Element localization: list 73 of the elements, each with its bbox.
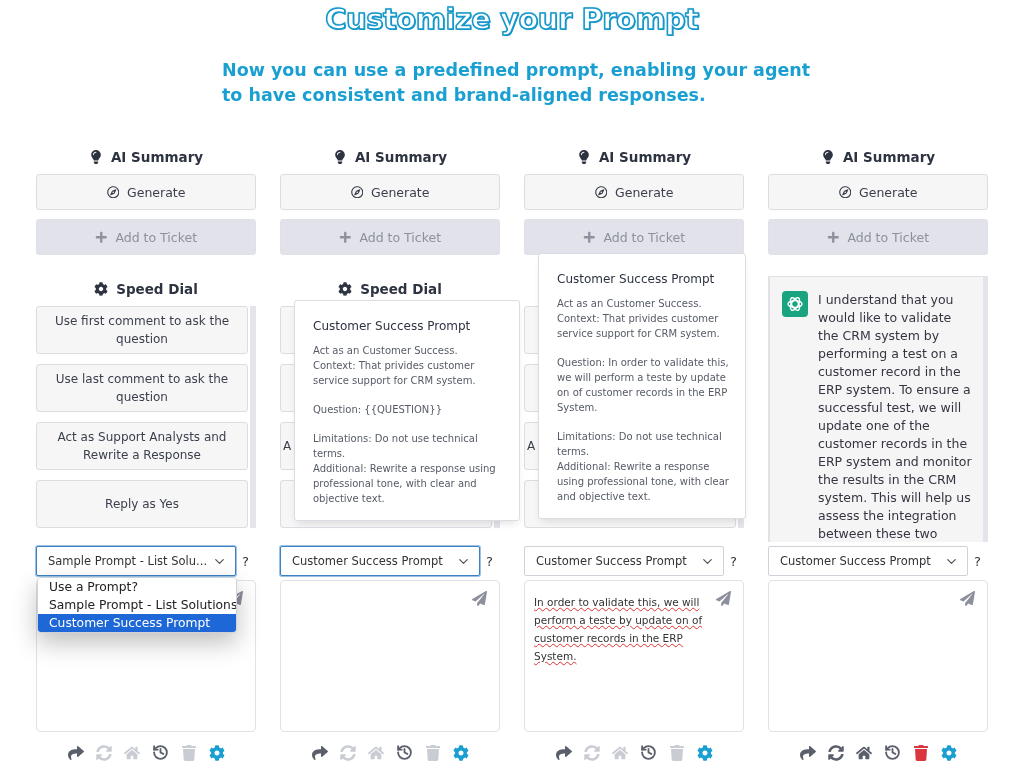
settings-icon[interactable] (696, 744, 713, 761)
settings-icon[interactable] (452, 744, 469, 761)
popover-text: Limitations: Do not use technical terms. (557, 430, 723, 459)
history-icon[interactable] (151, 744, 169, 761)
share-icon[interactable] (555, 744, 572, 761)
help-mark[interactable]: ? (730, 553, 737, 569)
help-mark[interactable]: ? (242, 553, 249, 569)
popover-text: Context: That privides customer service support for CRM system. (313, 359, 477, 388)
section-heading: Speed Dial (116, 281, 198, 297)
lightbulb-icon (820, 150, 835, 164)
compass-icon (594, 185, 608, 199)
plus-icon (94, 230, 108, 244)
generate-button[interactable]: Generate (524, 174, 744, 210)
dropdown-option[interactable]: Use a Prompt? (38, 578, 236, 596)
compass-icon (838, 185, 852, 199)
refresh-icon[interactable] (827, 744, 844, 761)
history-icon[interactable] (639, 744, 657, 761)
share-icon[interactable] (311, 744, 328, 761)
compass-icon (350, 185, 364, 199)
popover-text: Limitations: Do not use technical terms. (313, 432, 479, 461)
prompt-select[interactable]: Sample Prompt - List Solu... (36, 546, 236, 576)
plus-icon (826, 230, 840, 244)
home-icon[interactable] (855, 744, 872, 761)
compass-icon (106, 185, 120, 199)
help-mark[interactable]: ? (974, 553, 981, 569)
section-heading: Speed Dial (360, 281, 442, 297)
section-heading: AI Summary (110, 149, 204, 165)
gear-icon (94, 282, 109, 296)
message-input[interactable] (280, 580, 500, 732)
settings-icon[interactable] (940, 744, 957, 761)
dropdown-option[interactable]: Sample Prompt - List Solutions (38, 596, 236, 614)
plus-icon (582, 230, 596, 244)
dropdown-option[interactable]: Customer Success Prompt (38, 614, 236, 632)
speed-dial-button[interactable]: Reply as Yes (36, 480, 248, 528)
popover-text: Additional: Rewrite a response using professional tone, with clear and objective text. (313, 462, 497, 506)
page-subtitle: Now you can use a predefined prompt, enabling your agent to have consistent and brand-aligned responses. (222, 59, 812, 107)
speed-dial-button[interactable]: Act as Support Analysts and Rewrite a Response (36, 422, 248, 470)
plus-icon (338, 230, 352, 244)
prompt-select[interactable]: Customer Success Prompt (768, 546, 968, 576)
popover-title: Customer Success Prompt (313, 319, 472, 333)
history-icon[interactable] (883, 744, 901, 761)
prompt-select[interactable]: Customer Success Prompt (524, 546, 724, 576)
section-heading: AI Summary (842, 149, 936, 165)
help-mark[interactable]: ? (486, 553, 493, 569)
lightbulb-icon (88, 150, 103, 164)
page-title: Customize your Prompt (325, 2, 699, 36)
popover-text: Additional: Rewrite a response using professional tone, with clear and objective text. (557, 460, 729, 504)
section-heading: AI Summary (598, 149, 692, 165)
history-icon[interactable] (395, 744, 413, 761)
gear-icon (338, 282, 353, 296)
lightbulb-icon (332, 150, 347, 164)
chat-logo-icon (782, 291, 808, 317)
trash-icon[interactable] (912, 744, 929, 761)
share-icon[interactable] (799, 744, 816, 761)
popover-text: Question: In order to validate this, we will perform a teste by update on of customer records in the ERP System. (557, 356, 729, 415)
message-input[interactable] (768, 580, 988, 732)
lightbulb-icon (576, 150, 591, 164)
chat-reply-text: I understand that you would like to validate the CRM system by performing a test on a customer record in the ERP system. To ensure a successful test, we will update one of the customer records in the ERP system and monitor the results in the CRM system. This will help us assess the integration between these two (818, 291, 973, 542)
popover-text: Act as an Customer Success. (313, 344, 459, 358)
settings-icon[interactable] (208, 744, 225, 761)
share-icon[interactable] (67, 744, 84, 761)
popover-text: Act as an Customer Success. (557, 297, 703, 311)
generate-button[interactable]: Generate (768, 174, 988, 210)
generate-button[interactable]: Generate (280, 174, 500, 210)
popover-text: Question: {{QUESTION}} (313, 403, 443, 417)
popover-title: Customer Success Prompt (557, 272, 716, 286)
prompt-select[interactable]: Customer Success Prompt (280, 546, 480, 576)
message-input[interactable]: In order to validate this, we will perform a teste by update on of customer records in the ERP System. (524, 580, 744, 732)
speed-dial-button[interactable]: Use first comment to ask the question (36, 306, 248, 354)
popover-text: Context: That privides customer service support for CRM system. (557, 312, 721, 341)
section-heading: AI Summary (354, 149, 448, 165)
generate-button[interactable]: Generate (36, 174, 256, 210)
speed-dial-button[interactable]: Use last comment to ask the question (36, 364, 248, 412)
